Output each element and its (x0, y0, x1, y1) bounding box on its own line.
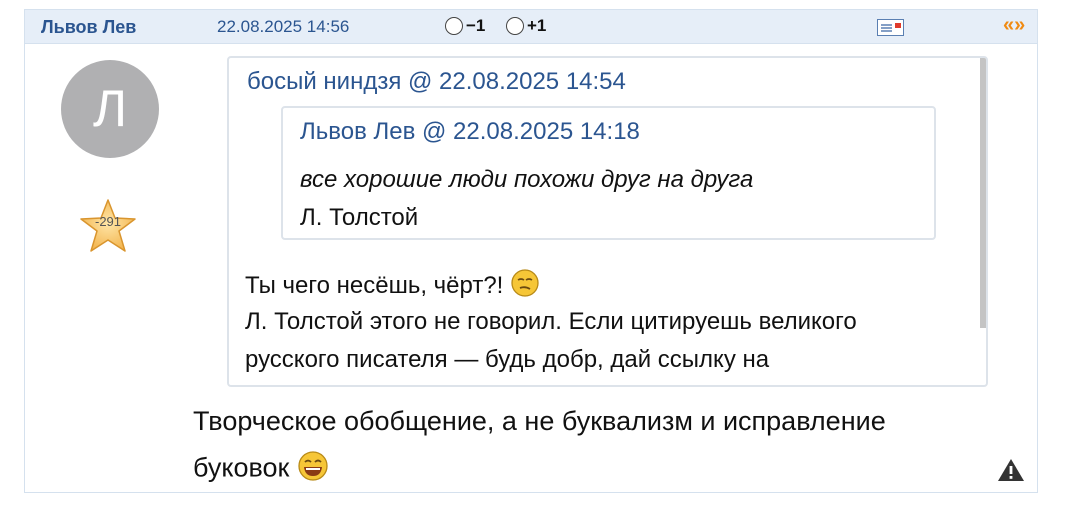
quote-body-line-3: русского писателя — будь добр, дай ссылк… (245, 346, 770, 373)
vote-plus[interactable]: +1 (506, 16, 546, 36)
quote-scrollbar[interactable] (980, 58, 986, 328)
message-line-1: Творческое обобщение, а не буквализм и и… (193, 406, 886, 436)
nested-quote-header[interactable]: Львов Лев @ 22.08.2025 14:18 (300, 118, 640, 146)
smirk-smiley-icon (510, 268, 540, 305)
forum-post: Львов Лев 22.08.2025 14:56 −1 +1 «» Л -2… (24, 9, 1038, 493)
vote-plus-label: +1 (527, 16, 547, 35)
vote-minus-label: −1 (466, 16, 486, 35)
quote-body-text: Ты чего несёшь, чёрт?! (245, 271, 504, 299)
user-rating: -291 (94, 214, 122, 229)
author-name[interactable]: Львов Лев (41, 17, 136, 38)
vote-minus[interactable]: −1 (445, 16, 485, 36)
nested-quote-block: Львов Лев @ 22.08.2025 14:18 все хорошие… (281, 106, 936, 240)
laugh-smiley-icon (297, 450, 329, 489)
nested-quote-signature: Л. Толстой (300, 204, 419, 231)
message-line-2: буковок (193, 450, 329, 489)
post-header: Львов Лев 22.08.2025 14:56 −1 +1 «» (25, 10, 1037, 44)
vote-plus-radio[interactable] (506, 17, 524, 35)
quote-body-line-2: Л. Толстой этого не говорил. Если цитиру… (245, 308, 857, 335)
avatar[interactable]: Л (61, 60, 159, 158)
quote-body-line-1: Ты чего несёшь, чёрт?! (245, 268, 965, 305)
quote-block: босый ниндзя @ 22.08.2025 14:54 Львов Ле… (227, 56, 988, 387)
mail-icon[interactable] (877, 19, 904, 41)
warning-icon[interactable] (997, 458, 1025, 487)
message-text: буковок (193, 452, 290, 483)
nested-quote-text: все хорошие люди похожи друг на друга (300, 166, 754, 193)
vote-minus-radio[interactable] (445, 17, 463, 35)
post-date[interactable]: 22.08.2025 14:56 (217, 17, 349, 37)
nav-arrows-icon[interactable]: «» (1003, 14, 1025, 37)
quote-header[interactable]: босый ниндзя @ 22.08.2025 14:54 (247, 68, 626, 96)
